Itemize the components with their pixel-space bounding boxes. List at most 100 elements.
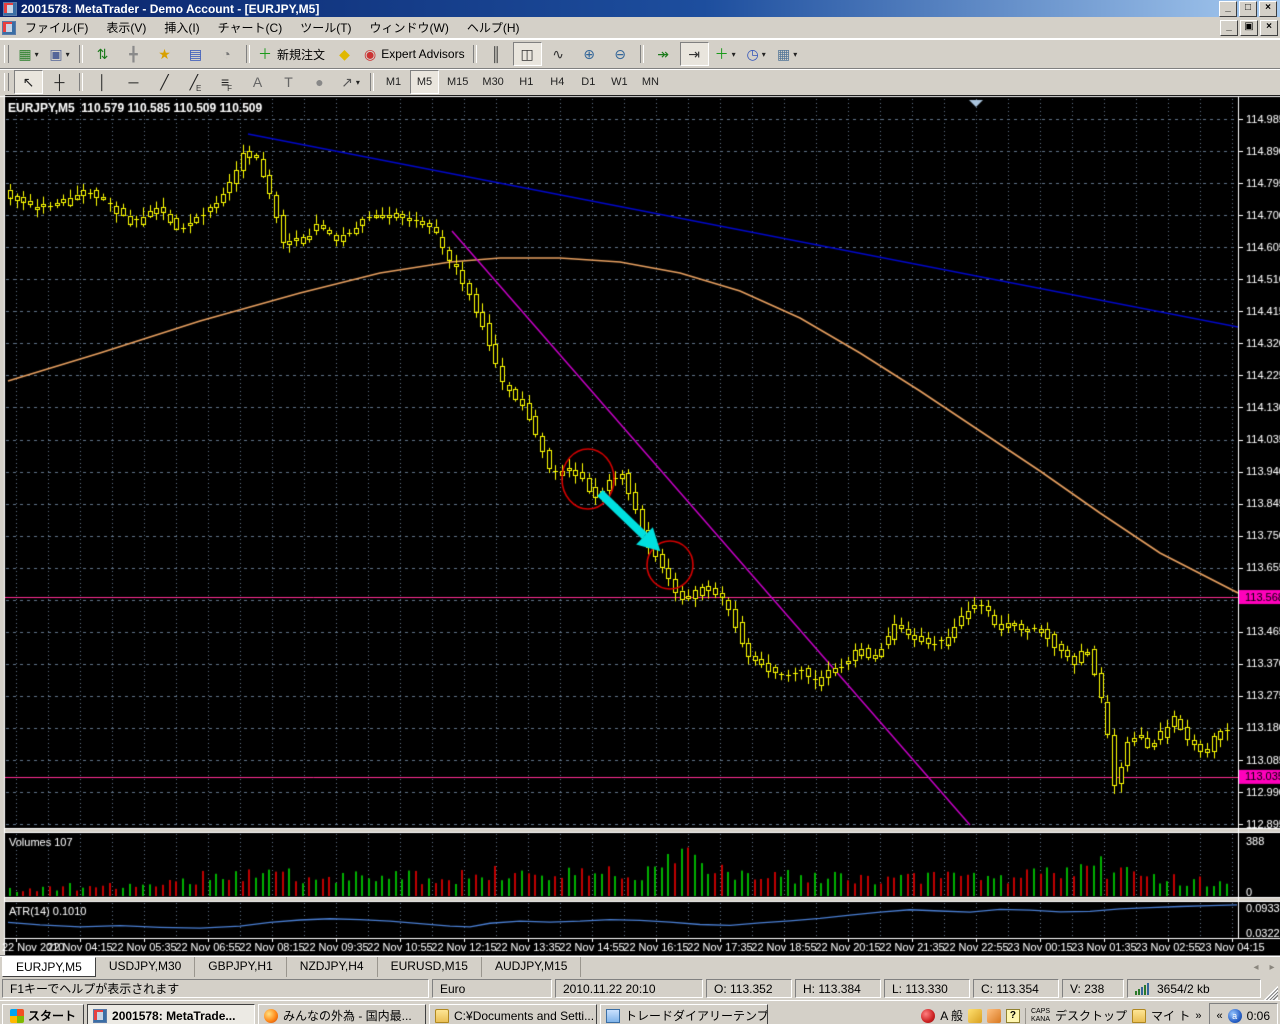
tray-app-icon[interactable]: a bbox=[1228, 1009, 1242, 1023]
timeframe-d1-button[interactable]: D1 bbox=[574, 70, 603, 94]
ime-status-icon[interactable] bbox=[921, 1009, 935, 1023]
timeframe-mn-button[interactable]: MN bbox=[636, 70, 665, 94]
tab-eurjpy-m5[interactable]: EURJPY,M5 bbox=[2, 957, 96, 977]
menu-tools[interactable]: ツール(T) bbox=[291, 17, 360, 38]
ellipse-button[interactable]: ● bbox=[305, 70, 334, 94]
fibonacci-button[interactable]: ≡F bbox=[212, 70, 241, 94]
templates-button[interactable]: ▦▾ bbox=[773, 42, 802, 66]
timeframe-h1-label: H1 bbox=[516, 76, 536, 88]
child-restore-button[interactable]: ▣ bbox=[1240, 20, 1258, 36]
task-browser[interactable]: みんなの外為 - 国内最... bbox=[258, 1004, 426, 1024]
menu-help[interactable]: ヘルプ(H) bbox=[458, 17, 529, 38]
chart-shift-button[interactable]: ⇥ bbox=[680, 42, 709, 66]
auto-scroll-button[interactable]: ↠ bbox=[649, 42, 678, 66]
desktop-toolbar-label[interactable]: デスクトップ bbox=[1055, 1007, 1127, 1024]
market-watch-button[interactable]: ⇅ bbox=[88, 42, 117, 66]
start-button[interactable]: スタート bbox=[2, 1004, 84, 1024]
dropdown-arrow-icon: ▾ bbox=[732, 50, 736, 59]
folder-icon bbox=[435, 1009, 449, 1023]
ime-help-icon[interactable]: ? bbox=[1006, 1009, 1020, 1023]
zoom-out-icon: ⊖ bbox=[614, 47, 626, 61]
close-button[interactable]: × bbox=[1259, 1, 1277, 17]
arrows-button[interactable]: ↗▾ bbox=[336, 70, 365, 94]
data-window-button[interactable]: ╋ bbox=[119, 42, 148, 66]
mt-icon bbox=[93, 1009, 107, 1023]
terminal-button[interactable]: ▤ bbox=[181, 42, 210, 66]
chart-canvas[interactable] bbox=[0, 95, 1280, 955]
my-documents-icon[interactable] bbox=[1132, 1009, 1146, 1023]
menu-view[interactable]: 表示(V) bbox=[97, 17, 155, 38]
timeframe-m30-button[interactable]: M30 bbox=[476, 70, 509, 94]
task-explorer[interactable]: C:¥Documents and Setti... bbox=[429, 1004, 597, 1024]
chart-tabs: EURJPY,M5USDJPY,M30GBPJPY,H1NZDJPY,H4EUR… bbox=[0, 955, 1280, 977]
periods-button[interactable]: ◷▾ bbox=[742, 42, 771, 66]
timeframe-m15-button[interactable]: M15 bbox=[441, 70, 474, 94]
menu-window[interactable]: ウィンドウ(W) bbox=[361, 17, 458, 38]
task-template-label: トレードダイアリーテンプレー... bbox=[625, 1007, 768, 1024]
toolbar-grip[interactable] bbox=[4, 45, 9, 63]
timeframe-m5-button[interactable]: M5 bbox=[410, 70, 439, 94]
equidistant-channel-button[interactable]: ╱E bbox=[181, 70, 210, 94]
toolbar-grip[interactable] bbox=[4, 73, 9, 91]
my-folder-label[interactable]: マイ ト bbox=[1151, 1007, 1190, 1024]
text-label-button[interactable]: T bbox=[274, 70, 303, 94]
taskbar: スタート 2001578: MetaTrade...みんなの外為 - 国内最..… bbox=[0, 1000, 1280, 1024]
child-window-icon[interactable] bbox=[2, 21, 16, 35]
ime-input-mode[interactable]: A 般 bbox=[940, 1007, 963, 1024]
menu-charts[interactable]: チャート(C) bbox=[209, 17, 292, 38]
timeframe-h1-button[interactable]: H1 bbox=[512, 70, 541, 94]
status-symbol-description: Euro bbox=[432, 979, 552, 998]
new-chart-button[interactable]: ▦▾ bbox=[14, 42, 43, 66]
bar-chart-icon: ║ bbox=[491, 47, 501, 61]
minimize-button[interactable]: _ bbox=[1219, 1, 1237, 17]
candlestick-chart-button[interactable]: ◫ bbox=[513, 42, 542, 66]
timeframe-m1-button[interactable]: M1 bbox=[379, 70, 408, 94]
crosshair-button[interactable]: ┼ bbox=[45, 70, 74, 94]
metaeditor-button[interactable]: ◆ bbox=[330, 42, 359, 66]
menu-file[interactable]: ファイル(F) bbox=[16, 17, 97, 38]
text-button[interactable]: A bbox=[243, 70, 272, 94]
trendline-button[interactable]: ╱ bbox=[150, 70, 179, 94]
maximize-button[interactable]: □ bbox=[1239, 1, 1257, 17]
tab-gbpjpy-h1[interactable]: GBPJPY,H1 bbox=[195, 957, 286, 977]
crosshair-icon: ┼ bbox=[55, 75, 65, 89]
firefox-icon bbox=[264, 1009, 278, 1023]
task-template[interactable]: トレードダイアリーテンプレー... bbox=[600, 1004, 768, 1024]
expert-advisors-button[interactable]: ◉Expert Advisors bbox=[361, 42, 468, 66]
tray-clock: 0:06 bbox=[1247, 1009, 1270, 1023]
tab-audjpy-m15[interactable]: AUDJPY,M15 bbox=[482, 957, 581, 977]
profiles-button[interactable]: ▣▾ bbox=[45, 42, 74, 66]
toolbar-separator bbox=[246, 45, 250, 63]
tab-usdjpy-m30[interactable]: USDJPY,M30 bbox=[96, 957, 195, 977]
cursor-button[interactable]: ↖ bbox=[14, 70, 43, 94]
tab-eurusd-m15[interactable]: EURUSD,M15 bbox=[378, 957, 482, 977]
new-order-button[interactable]: ＋新規注文 bbox=[255, 42, 328, 66]
menu-insert[interactable]: 挿入(I) bbox=[155, 17, 208, 38]
toolbar-chevron-icon[interactable]: » bbox=[1195, 1010, 1201, 1022]
strategy-tester-button[interactable]: ◔ bbox=[212, 42, 241, 66]
zoom-out-button[interactable]: ⊖ bbox=[606, 42, 635, 66]
expert-advisors-label: Expert Advisors bbox=[381, 47, 464, 61]
tab-nzdjpy-h4[interactable]: NZDJPY,H4 bbox=[287, 957, 378, 977]
tabs-scroll-left-icon[interactable]: ◂ bbox=[1248, 962, 1264, 973]
status-help: F1キーでヘルプが表示されます bbox=[2, 979, 429, 998]
task-metatrader[interactable]: 2001578: MetaTrade... bbox=[87, 1004, 255, 1024]
line-chart-button[interactable]: ∿ bbox=[544, 42, 573, 66]
ime-pad-icon[interactable] bbox=[968, 1009, 982, 1023]
timeframe-w1-button[interactable]: W1 bbox=[605, 70, 634, 94]
timeframe-h4-button[interactable]: H4 bbox=[543, 70, 572, 94]
window-title: 2001578: MetaTrader - Demo Account - [EU… bbox=[21, 2, 1217, 16]
ellipse-icon: ● bbox=[315, 75, 323, 89]
child-minimize-button[interactable]: _ bbox=[1220, 20, 1238, 36]
navigator-button[interactable]: ★ bbox=[150, 42, 179, 66]
zoom-in-button[interactable]: ⊕ bbox=[575, 42, 604, 66]
tray-chevron-icon[interactable]: « bbox=[1217, 1010, 1223, 1022]
tabs-scroll-right-icon[interactable]: ▸ bbox=[1264, 962, 1280, 973]
ime-tools-icon[interactable] bbox=[987, 1009, 1001, 1023]
vertical-line-button[interactable]: │ bbox=[88, 70, 117, 94]
bar-chart-button[interactable]: ║ bbox=[482, 42, 511, 66]
horizontal-line-button[interactable]: ─ bbox=[119, 70, 148, 94]
resize-grip[interactable] bbox=[1264, 986, 1278, 1000]
indicators-button[interactable]: ＋▾ bbox=[711, 42, 740, 66]
child-close-button[interactable]: × bbox=[1260, 20, 1278, 36]
